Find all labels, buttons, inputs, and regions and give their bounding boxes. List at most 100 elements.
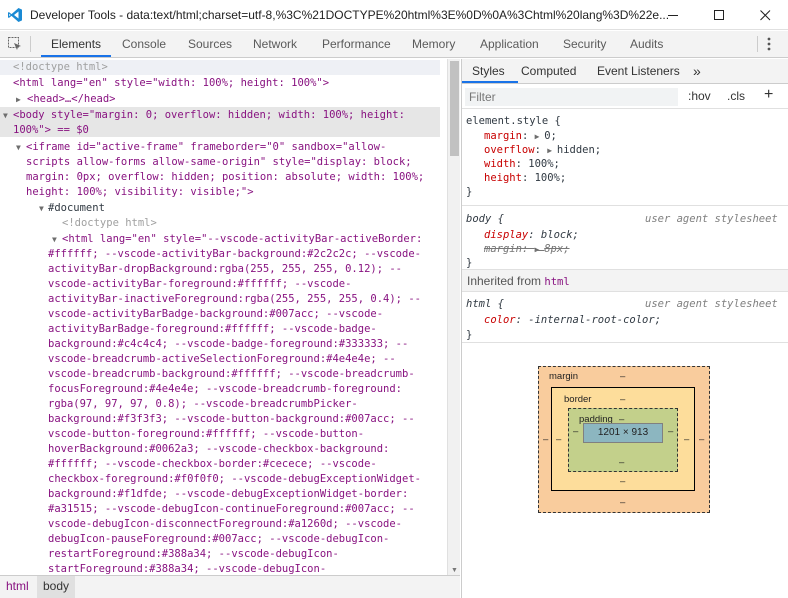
box-model-margin[interactable]: margin – – – – border – – – – padding – … [538,366,710,513]
new-style-rule-button[interactable]: + [764,86,773,104]
rule-source: user agent stylesheet [645,213,778,225]
inner-html-node-cont: vscode-button-foreground:#ffffff; --vsco… [48,428,365,440]
expand-triangle-icon[interactable]: ▶ [16,92,21,107]
border-top-value[interactable]: – [620,394,625,405]
expand-triangle-icon[interactable]: ▶ [535,132,545,141]
inner-html-node-cont: startForeground:#388a34; --vscode-debugI… [48,563,327,575]
rule-selector: html { [466,298,504,310]
tab-audits[interactable]: Audits [630,31,663,57]
style-property-row[interactable]: width: 100%; [484,157,560,171]
border-right-value[interactable]: – [684,434,689,445]
property-name[interactable]: margin [484,130,522,142]
inner-html-node-cont: #ffffff; --vscode-activityBar-background… [48,248,421,260]
style-property-row[interactable]: height: 100%; [484,171,566,185]
inner-html-node-cont: #ffffff; --vscode-checkbox-border:#cecec… [48,458,377,470]
tab-security[interactable]: Security [563,31,606,57]
collapse-triangle-icon[interactable]: ▼ [3,108,8,123]
rule-selector: body { [466,213,504,225]
rule-selector: element.style { [466,115,561,127]
tab-application[interactable]: Application [480,31,539,57]
filter-input[interactable] [465,88,678,106]
html-ua-rule: html { user agent stylesheet color: -int… [462,293,788,343]
close-window-button[interactable] [742,0,788,30]
document-node[interactable]: #document [48,201,105,216]
scrollbar-thumb[interactable] [450,61,459,156]
property-value[interactable]: 100%; [528,158,560,170]
breadcrumb-html[interactable]: html [6,576,29,598]
hov-button[interactable]: :hov [688,89,711,103]
property-name[interactable]: overflow [484,144,535,156]
property-value[interactable]: hidden; [557,144,601,156]
margin-bottom-value[interactable]: – [620,497,625,508]
inherited-from-link[interactable]: html [544,276,569,288]
property-name: margin [484,243,522,255]
border-left-value[interactable]: – [556,434,561,445]
style-property-row[interactable]: overflow: ▶ hidden; [484,143,601,157]
cls-button[interactable]: .cls [727,89,745,103]
property-value[interactable]: 100%; [535,172,567,184]
toolbar-divider [30,36,31,52]
iframe-node[interactable]: <iframe id="active-frame" frameborder="0… [26,140,386,155]
body-node[interactable]: <body style="margin: 0; overflow: hidden… [13,108,405,123]
property-name[interactable]: width [484,158,516,170]
html-node[interactable]: <html lang="en" style="width: 100%; heig… [13,76,329,91]
style-property-row[interactable]: margin: ▶ 0; [484,129,557,143]
head-node[interactable]: <head>…</head> [27,92,116,107]
collapse-triangle-icon[interactable]: ▼ [39,201,44,216]
inner-html-node-cont: activityBar-inactiveForeground:rgba(255,… [48,293,421,305]
devtools-app-icon [0,0,30,30]
tab-computed[interactable]: Computed [521,59,576,83]
tab-elements[interactable]: Elements [51,31,101,57]
margin-right-value[interactable]: – [699,434,704,445]
border-label: border [564,394,592,405]
title-bar: Developer Tools - data:text/html;charset… [0,0,788,30]
body-ua-rule: body { user agent stylesheet display: bl… [462,207,788,270]
collapse-triangle-icon[interactable]: ▼ [52,232,57,247]
expand-triangle-icon[interactable]: ▶ [547,146,557,155]
property-name[interactable]: height [484,172,522,184]
tab-console[interactable]: Console [122,31,166,57]
tab-event-listeners[interactable]: Event Listeners [597,59,680,83]
tab-network[interactable]: Network [253,31,297,57]
tab-sources[interactable]: Sources [188,31,232,57]
more-options-icon[interactable] [765,36,773,55]
active-tab-indicator [41,55,111,57]
tab-memory[interactable]: Memory [412,31,455,57]
padding-bottom-value[interactable]: – [619,457,624,468]
inner-html-node-cont: rgba(97, 97, 97, 0.8); --vscode-breadcru… [48,398,358,410]
inherited-header: Inherited from html [462,270,788,292]
elements-scrollbar[interactable]: ▲ ▼ [447,59,460,575]
inspect-element-icon[interactable] [7,36,23,55]
margin-top-value[interactable]: – [620,371,625,382]
style-property-row: color: -internal-root-color; [484,314,662,326]
tab-performance[interactable]: Performance [322,31,391,57]
box-model-border[interactable]: border – – – – padding – – – – 1201 × 91… [551,387,695,491]
property-value: block; [540,229,579,241]
inner-html-node-cont: vscode-activityBar-foreground:#ffffff; -… [48,278,352,290]
box-model-padding[interactable]: padding – – – – 1201 × 913 [568,408,678,472]
breadcrumb-body[interactable]: body [37,576,76,598]
body-node-cont[interactable]: 100%"> == $0 [13,123,89,138]
minimize-button[interactable] [650,0,696,30]
inner-html-node-cont: focusForeground:#4e4e4e; --vscode-breadc… [48,383,403,395]
doctype-node[interactable]: <!doctype html> [13,60,108,75]
scroll-down-arrow-icon[interactable]: ▼ [451,567,458,574]
inner-html-node-cont: background:#f3f3f3; --vscode-button-back… [48,413,415,425]
tab-styles[interactable]: Styles [472,59,505,83]
elements-tree[interactable]: <!doctype html> <html lang="en" style="w… [0,59,447,575]
collapse-triangle-icon[interactable]: ▼ [16,140,21,155]
maximize-button[interactable] [696,0,742,30]
margin-left-value[interactable]: – [543,434,548,445]
more-tabs-icon[interactable]: » [693,59,701,83]
border-bottom-value[interactable]: – [620,476,625,487]
inner-html-node-cont: vscode-breadcrumb-activeSelectionForegro… [48,353,396,365]
inner-doctype-node[interactable]: <!doctype html> [62,216,157,231]
margin-label: margin [549,371,579,382]
inner-html-node-cont: background:#c4c4c4; --vscode-badge-foreg… [48,338,409,350]
padding-left-value[interactable]: – [573,426,578,437]
padding-right-value[interactable]: – [668,426,673,437]
property-value[interactable]: 0; [544,130,557,142]
box-model-content[interactable]: 1201 × 913 [583,423,663,443]
inner-html-node-cont: vscode-activityBarBadge-background:#007a… [48,308,384,320]
inner-html-node-cont: restartForeground:#388a34; --vscode-debu… [48,548,339,560]
